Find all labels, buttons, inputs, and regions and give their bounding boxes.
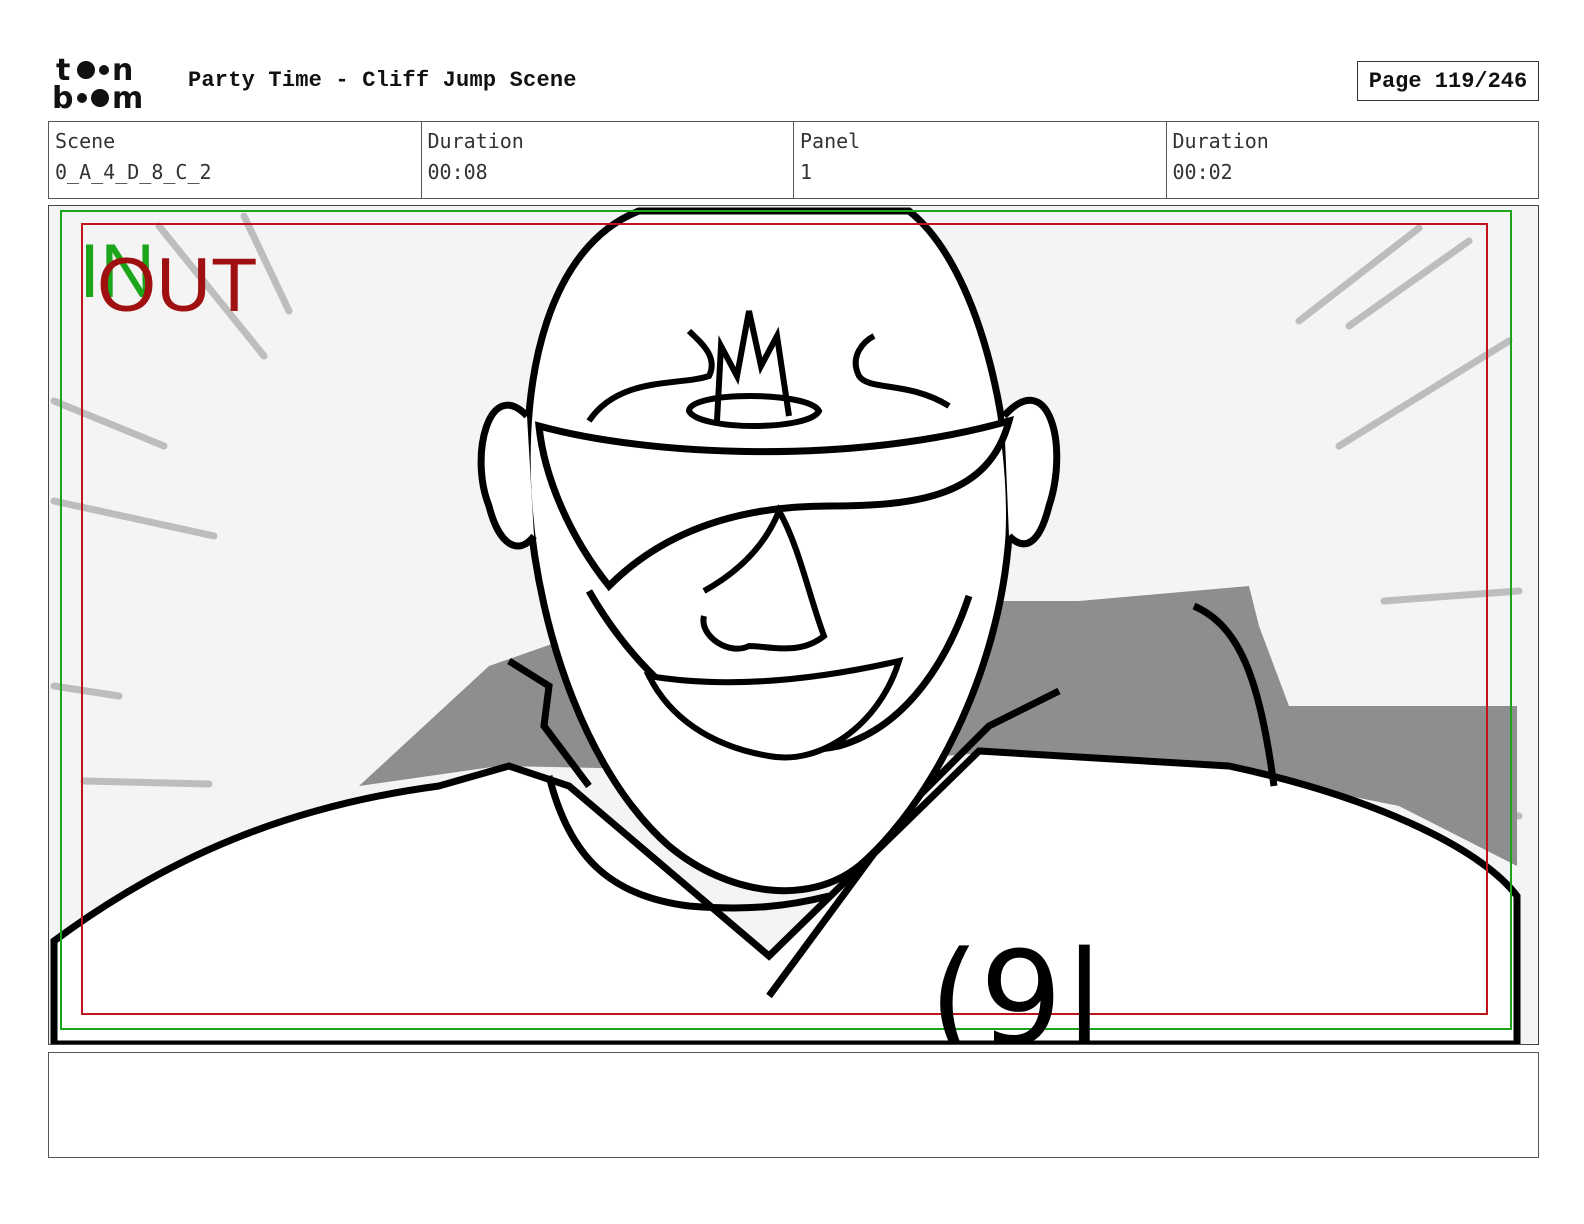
panel-drawing: (9|: [50, 207, 1523, 1044]
panel-label: Panel: [800, 129, 861, 153]
scene-duration-value: 00:08: [427, 160, 488, 184]
scene-label: Scene: [55, 129, 116, 153]
storyboard-panel: (9| IN OUT: [48, 205, 1539, 1045]
svg-text:m: m: [112, 81, 143, 112]
svg-text:b: b: [52, 81, 73, 112]
scene-duration-label: Duration: [427, 129, 524, 153]
panel-duration-value: 00:02: [1172, 160, 1233, 184]
scene-duration-cell: Duration 00:08: [422, 122, 794, 198]
document-title: Party Time - Cliff Jump Scene: [188, 68, 577, 93]
scene-cell: Scene 0_A_4_D_8_C_2: [49, 122, 422, 198]
panel-value: 1: [800, 160, 813, 184]
panel-notes-box: [48, 1052, 1539, 1158]
panel-duration-label: Duration: [1172, 129, 1269, 153]
ear-left: [477, 401, 537, 550]
shirt-number: (9|: [929, 923, 1106, 1044]
panel-cell: Panel 1: [794, 122, 1167, 198]
scene-value: 0_A_4_D_8_C_2: [55, 160, 212, 184]
panel-duration-cell: Duration 00:02: [1167, 122, 1539, 198]
page-indicator: Page 119/246: [1357, 61, 1539, 101]
toon-boom-logo: t n b m: [52, 52, 164, 116]
scene-info-table: Scene 0_A_4_D_8_C_2 Duration 00:08 Panel…: [48, 121, 1539, 199]
out-marker: OUT: [97, 243, 258, 328]
